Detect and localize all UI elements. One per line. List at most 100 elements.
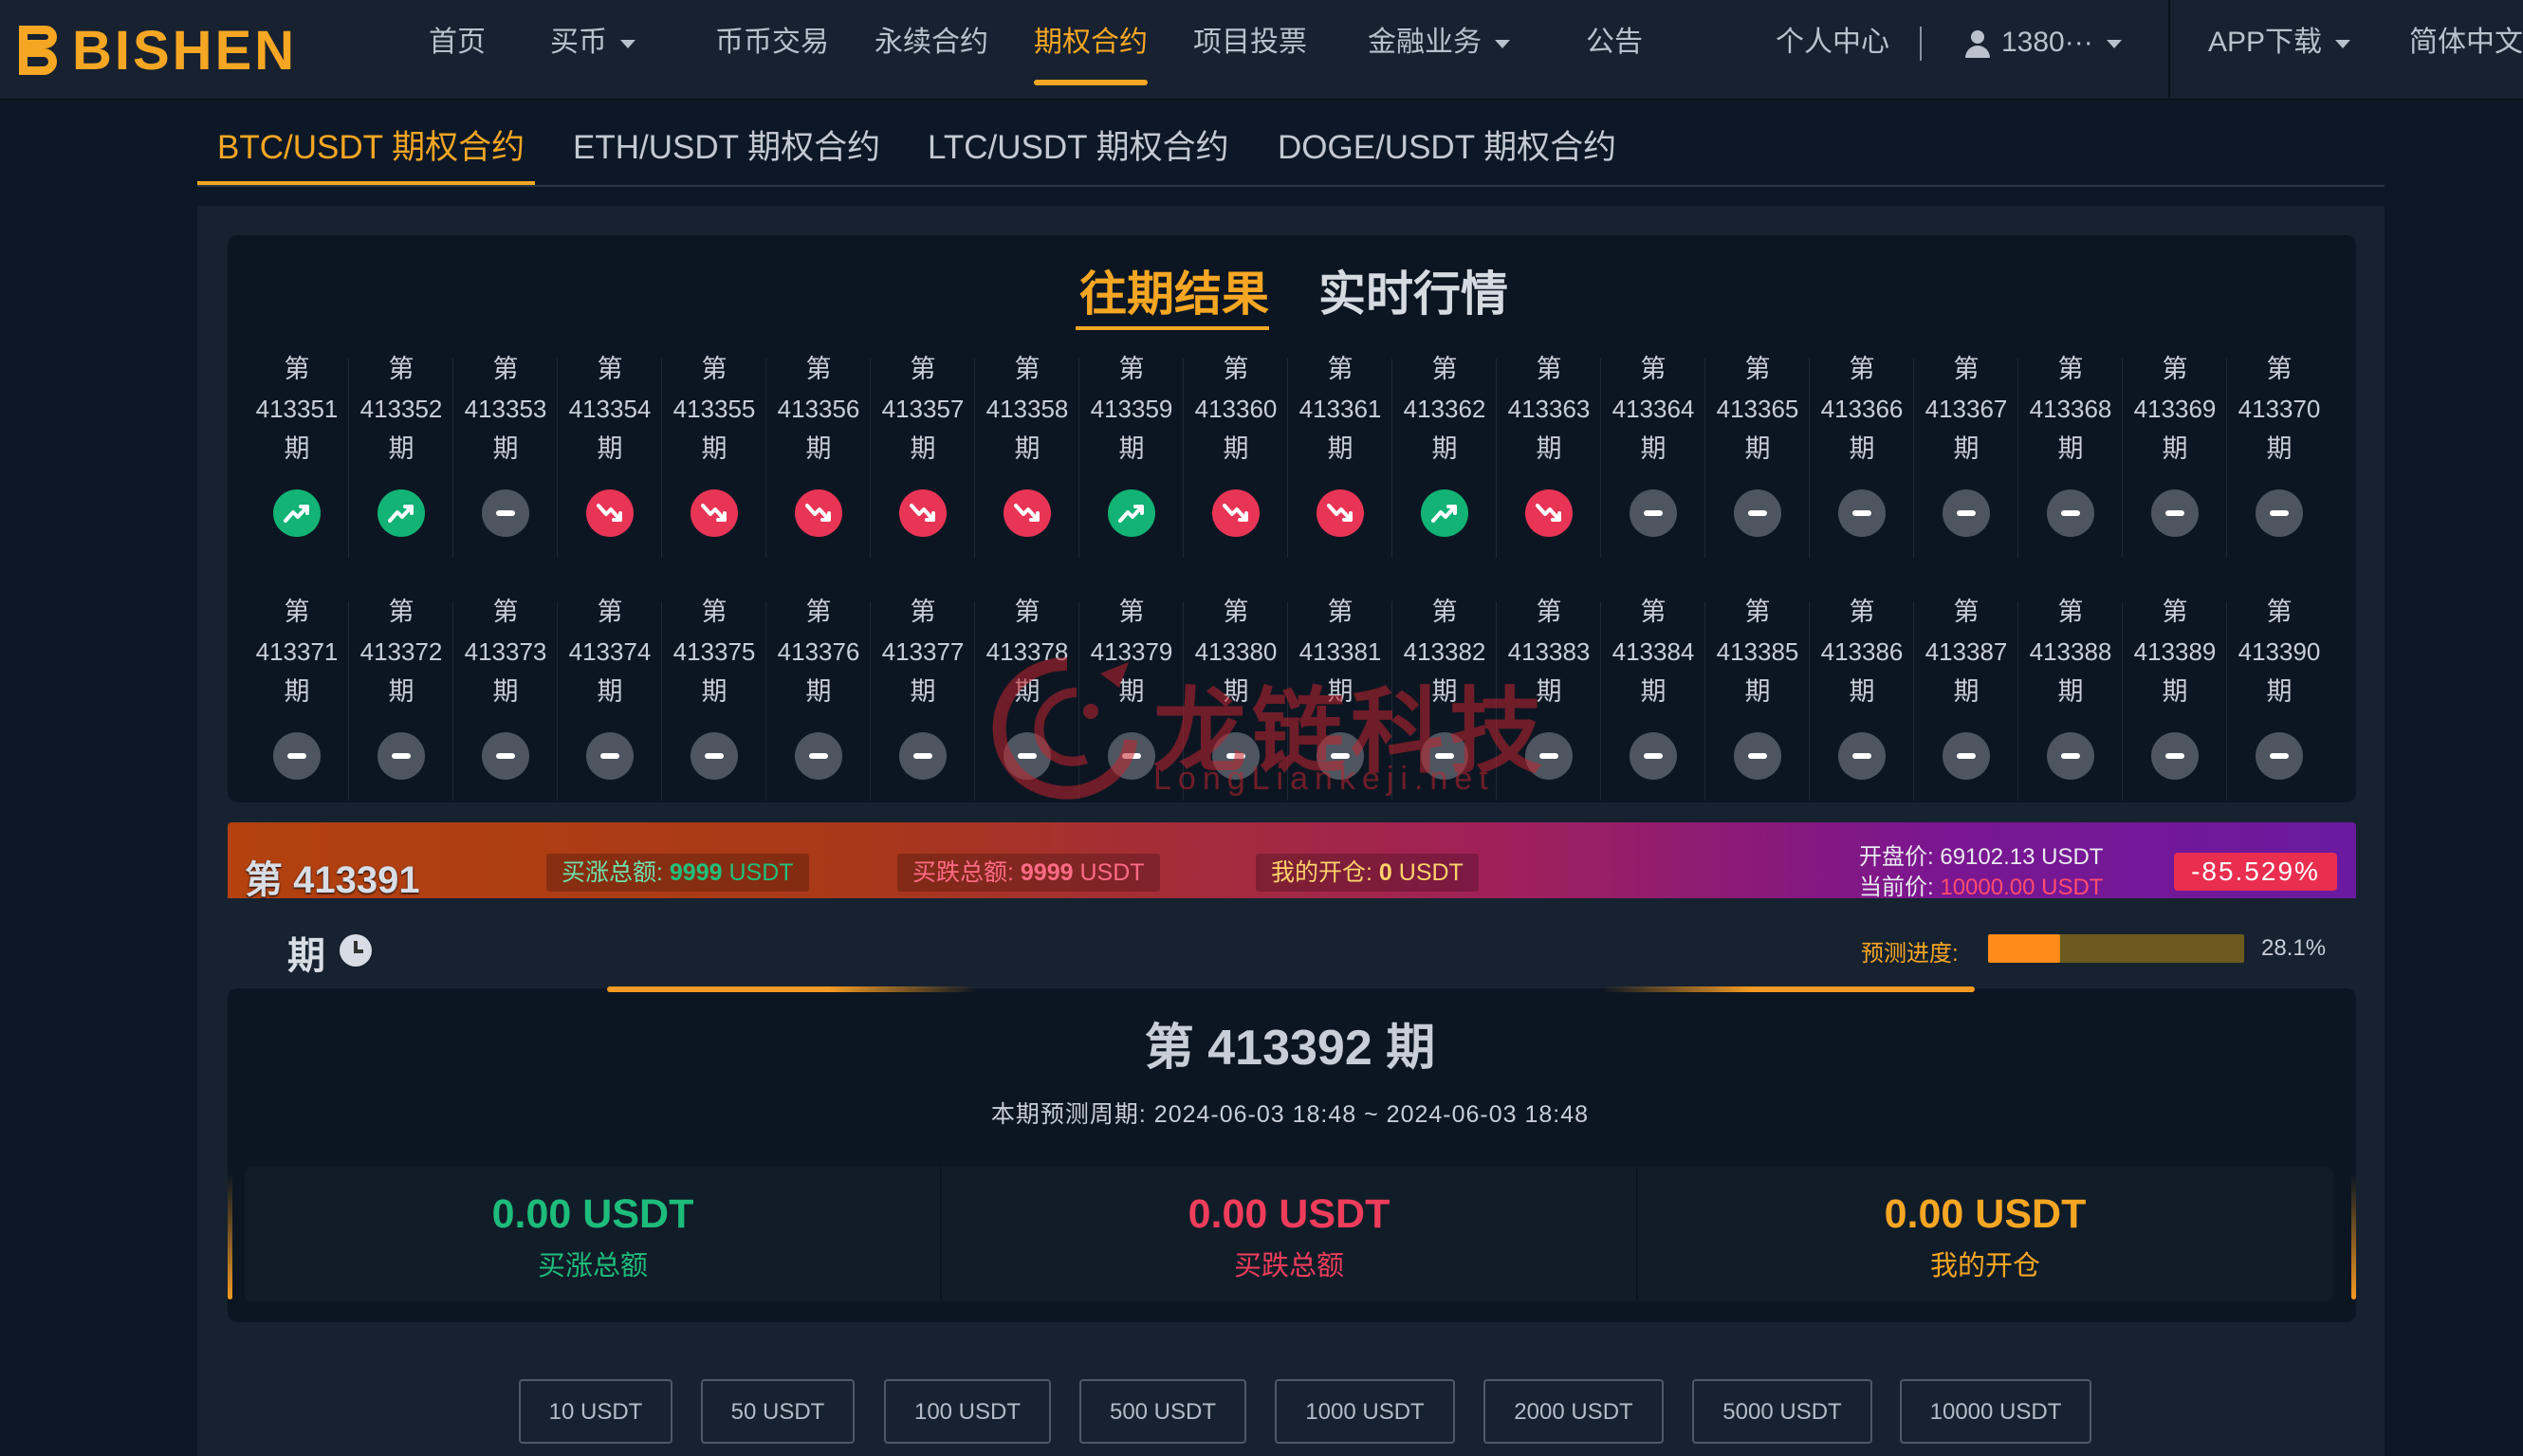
sub-tab-underline — [1076, 326, 1269, 330]
amount-button-500[interactable]: 500 USDT — [1079, 1379, 1246, 1444]
nav-voting[interactable]: 项目投票 — [1193, 0, 1307, 85]
period-number: 413356 — [777, 395, 860, 423]
stat-buy-down-label: 买跌总额 — [1233, 1251, 1344, 1281]
minus-icon — [2256, 732, 2303, 780]
nav-options[interactable]: 期权合约 — [1034, 0, 1148, 85]
period-suffix: 期 — [1640, 677, 1667, 706]
period-item: 第 413384 期 — [1601, 592, 1705, 820]
next-round-title: 第 413392 期 — [1144, 1021, 1436, 1076]
period-number: 413352 — [359, 395, 443, 423]
period-number: 413385 — [1716, 637, 1799, 666]
period-prefix: 第 — [910, 598, 936, 626]
period-number: 413371 — [255, 637, 339, 666]
period-prefix: 第 — [2057, 598, 2084, 626]
amount-button-2000[interactable]: 2000 USDT — [1483, 1379, 1664, 1444]
nav-buy-coin[interactable]: 买币 — [550, 0, 635, 85]
period-number: 413364 — [1611, 395, 1695, 423]
tab-past-results[interactable]: 往期结果 — [1079, 256, 1269, 324]
period-item: 第 413360 期 — [1184, 349, 1288, 577]
period-prefix: 第 — [284, 355, 310, 383]
period-item: 第 413358 期 — [975, 349, 1079, 577]
minus-icon — [2047, 732, 2094, 780]
tab-live-market[interactable]: 实时行情 — [1318, 256, 1508, 324]
tab-doge-usdt[interactable]: DOGE/USDT 期权合约 — [1278, 123, 1616, 184]
tab-ltc-usdt[interactable]: LTC/USDT 期权合约 — [928, 123, 1229, 184]
change-percent-badge: -85.529% — [2174, 853, 2337, 891]
period-item: 第 413386 期 — [1810, 592, 1914, 820]
nav-perpetual[interactable]: 永续合约 — [875, 0, 988, 85]
period-suffix: 期 — [492, 677, 519, 706]
period-suffix: 期 — [1953, 434, 1980, 463]
period-suffix: 期 — [1849, 677, 1875, 706]
period-prefix: 第 — [1327, 355, 1354, 383]
price-info: 开盘价: 69102.13 USDT 当前价: 10000.00 USDT — [1859, 842, 2103, 903]
period-item: 第 413354 期 — [558, 349, 662, 577]
period-number: 413363 — [1507, 395, 1591, 423]
period-prefix: 第 — [2266, 598, 2293, 626]
period-item: 第 413367 期 — [1914, 349, 2018, 577]
amount-button-5000[interactable]: 5000 USDT — [1692, 1379, 1872, 1444]
progress-fill — [1988, 934, 2060, 963]
period-suffix: 期 — [1014, 434, 1041, 463]
minus-icon — [899, 732, 947, 780]
period-suffix: 期 — [701, 434, 727, 463]
period-number: 413355 — [672, 395, 756, 423]
stat-my-position: 0.00 USDT 我的开仓 — [1637, 1167, 2333, 1301]
period-prefix: 第 — [1431, 355, 1458, 383]
trend-up-icon — [273, 489, 321, 537]
user-menu[interactable]: 1380··· — [1963, 0, 2122, 85]
chevron-down-icon — [620, 39, 635, 48]
panel-accent-line — [607, 986, 977, 992]
period-prefix: 第 — [2162, 355, 2188, 383]
period-suffix: 期 — [2162, 434, 2188, 463]
period-suffix: 期 — [1223, 434, 1249, 463]
amount-button-50[interactable]: 50 USDT — [701, 1379, 855, 1444]
nav-home[interactable]: 首页 — [429, 0, 486, 85]
nav-announcements[interactable]: 公告 — [1586, 0, 1643, 85]
period-suffix: 期 — [388, 677, 414, 706]
period-number: 413387 — [1924, 637, 2008, 666]
amount-button-10[interactable]: 10 USDT — [519, 1379, 672, 1444]
nav-spot-trading[interactable]: 币币交易 — [715, 0, 829, 85]
amount-button-1000[interactable]: 1000 USDT — [1275, 1379, 1455, 1444]
nav-divider — [2168, 0, 2170, 101]
chevron-down-icon — [1495, 39, 1510, 48]
logo-b-icon — [17, 24, 59, 77]
nav-personal-center[interactable]: 个人中心 — [1776, 0, 1889, 85]
period-suffix: 期 — [1744, 434, 1771, 463]
tab-eth-usdt[interactable]: ETH/USDT 期权合约 — [573, 123, 880, 184]
unit: USDT — [1398, 859, 1464, 886]
nav-finance-label: 金融业务 — [1368, 27, 1482, 58]
period-number: 413386 — [1820, 637, 1904, 666]
period-number: 413368 — [2029, 395, 2112, 423]
nav-finance[interactable]: 金融业务 — [1368, 0, 1510, 85]
chevron-down-icon — [2106, 39, 2122, 48]
period-item: 第 413374 期 — [558, 592, 662, 820]
logo[interactable]: BISHEN — [17, 17, 297, 83]
current-price: 10000.00 USDT — [1940, 875, 2104, 900]
trend-down-icon — [1212, 489, 1260, 537]
period-number: 413351 — [255, 395, 339, 423]
progress-label: 预测进度: — [1861, 941, 1959, 967]
period-item: 第 413361 期 — [1288, 349, 1392, 577]
amount-button-100[interactable]: 100 USDT — [884, 1379, 1051, 1444]
language-selector[interactable]: 简体中文 — [2409, 0, 2523, 85]
watermark: 龙链科技 LongLiankeji.net — [986, 654, 1556, 806]
period-item: 第 413376 期 — [766, 592, 871, 820]
period-item: 第 413365 期 — [1705, 349, 1810, 577]
period-item: 第 413356 期 — [766, 349, 871, 577]
app-download-menu[interactable]: APP下载 — [2208, 0, 2351, 85]
minus-icon — [482, 489, 529, 537]
stat-buy-up-value: 0.00 USDT — [491, 1191, 694, 1237]
period-prefix: 第 — [1536, 598, 1562, 626]
period-item: 第 413371 期 — [245, 592, 349, 820]
period-suffix: 期 — [2057, 677, 2084, 706]
amount-button-10000[interactable]: 10000 USDT — [1900, 1379, 2091, 1444]
minus-icon — [795, 732, 842, 780]
tab-btc-usdt[interactable]: BTC/USDT 期权合约 — [217, 123, 525, 184]
period-item: 第 413359 期 — [1079, 349, 1184, 577]
buy-down-value: 9999 — [1020, 859, 1074, 886]
period-prefix: 第 — [1744, 355, 1771, 383]
period-suffix: 期 — [2266, 677, 2293, 706]
period-item: 第 413387 期 — [1914, 592, 2018, 820]
